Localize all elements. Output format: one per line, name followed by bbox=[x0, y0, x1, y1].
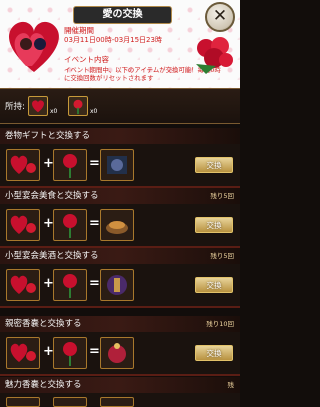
exchange-row: + = 交換 bbox=[0, 204, 240, 246]
divider bbox=[0, 306, 240, 308]
equals-icon: = bbox=[89, 156, 100, 171]
exchange-title: 巻物ギフトと交換する bbox=[0, 128, 240, 144]
exchange-row bbox=[0, 393, 240, 407]
rose-count: x0 bbox=[90, 108, 98, 115]
feast-wine-icon bbox=[100, 269, 134, 301]
exchange-title: 魅力香嚢と交換する残 bbox=[0, 377, 240, 393]
rose-icon bbox=[53, 209, 87, 241]
exchange-button[interactable]: 交換 bbox=[195, 345, 233, 361]
heart-box-icon bbox=[6, 397, 40, 407]
event-content-label: イベント内容 bbox=[64, 55, 109, 64]
exchange-title: 親密香嚢と交換する 残り10回 bbox=[0, 316, 240, 332]
exchange-button[interactable]: 交換 bbox=[195, 277, 233, 293]
heart-box-icon bbox=[6, 149, 40, 181]
exchange-title: 小型宴会美食と交換する 残り5回 bbox=[0, 188, 240, 204]
equals-icon: = bbox=[89, 276, 100, 291]
heart-box-count: x0 bbox=[50, 108, 58, 115]
exchange-button[interactable]: 交換 bbox=[195, 157, 233, 173]
intimacy-sachet-icon bbox=[100, 337, 134, 369]
rose-icon bbox=[53, 337, 87, 369]
heart-box-icon bbox=[6, 209, 40, 241]
couple-hearts-icon bbox=[9, 21, 59, 72]
page-title: 愛の交換 bbox=[73, 6, 172, 24]
scroll-gift-icon bbox=[100, 149, 134, 181]
exchange-row: + = 交換 bbox=[0, 264, 240, 306]
heart-box-icon bbox=[6, 269, 40, 301]
event-banner: 愛の交換 ✕ 開催期間 03月11日00時-03月15日23時 イベント内容 イ… bbox=[0, 0, 240, 88]
feast-food-icon bbox=[100, 209, 134, 241]
rose-icon bbox=[53, 149, 87, 181]
exchange-row: + = 交換 bbox=[0, 332, 240, 374]
exchange-title: 小型宴会美酒と交換する 残り5回 bbox=[0, 248, 240, 264]
equals-icon: = bbox=[89, 216, 100, 231]
exchange-row: + = 交換 bbox=[0, 144, 240, 186]
equals-icon: = bbox=[89, 344, 100, 359]
close-button[interactable]: ✕ bbox=[205, 2, 235, 32]
heart-box-icon bbox=[28, 96, 48, 116]
rose-bouquet-icon bbox=[196, 37, 233, 74]
divider bbox=[0, 374, 240, 376]
charm-sachet-icon bbox=[100, 397, 134, 407]
period-value: 03月11日00時-03月15日23時 bbox=[64, 36, 162, 44]
x-close-icon: ✕ bbox=[212, 6, 228, 26]
rose-icon bbox=[53, 269, 87, 301]
holdings-label: 所持: bbox=[5, 102, 25, 112]
heart-box-icon bbox=[6, 337, 40, 369]
rose-icon bbox=[68, 96, 88, 116]
exchange-button[interactable]: 交換 bbox=[195, 217, 233, 233]
rose-icon bbox=[53, 397, 87, 407]
